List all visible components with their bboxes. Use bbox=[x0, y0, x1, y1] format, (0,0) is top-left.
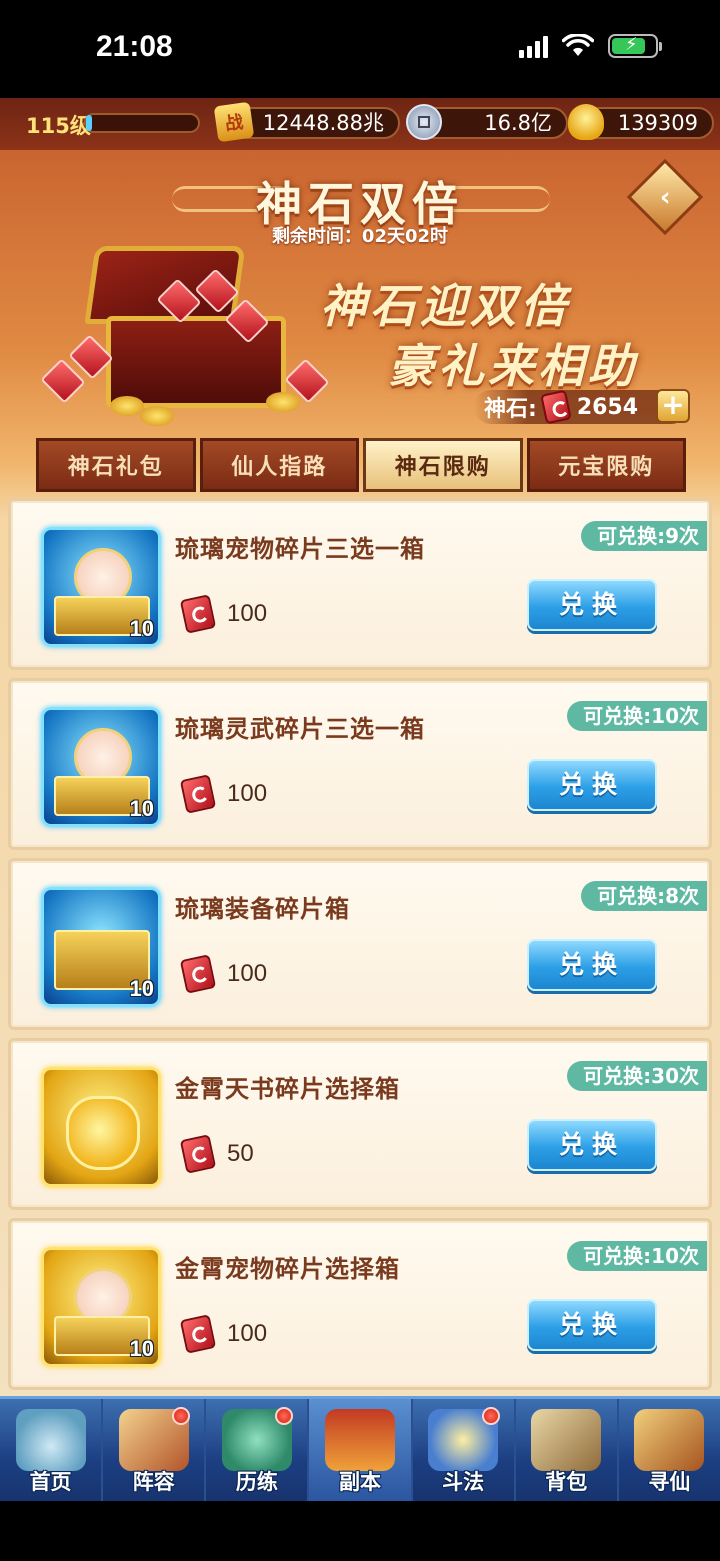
home-indicator-area bbox=[0, 1501, 720, 1561]
stone-count-value: 2654 bbox=[576, 394, 639, 420]
tab-immortal-guide[interactable]: 仙人指路 bbox=[199, 438, 359, 492]
nav-battle[interactable]: 斗法 bbox=[413, 1399, 516, 1502]
add-stone-button[interactable]: + bbox=[656, 389, 690, 423]
gold-bag-icon[interactable] bbox=[41, 1067, 161, 1187]
notification-dot bbox=[481, 1407, 500, 1425]
nav-home[interactable]: 首页 bbox=[0, 1399, 104, 1502]
stone-icon bbox=[179, 774, 217, 814]
player-level: 115级 bbox=[26, 114, 91, 138]
cellular-signal-icon bbox=[519, 34, 548, 58]
nav-label: 历练 bbox=[235, 1470, 278, 1494]
event-timer: 剩余时间：02天02时 bbox=[271, 226, 449, 247]
power-value: 12448.88兆 bbox=[232, 107, 400, 139]
item-name: 琉璃装备碎片箱 bbox=[175, 895, 350, 923]
slogan-line-2: 豪礼来相助 bbox=[388, 339, 638, 393]
list-item: 金霄天书碎片选择箱 50 可兑换:30次 兑换 bbox=[8, 1038, 712, 1210]
nav-label: 背包 bbox=[545, 1470, 588, 1494]
price-value: 100 bbox=[227, 960, 268, 987]
item-name: 琉璃宠物碎片三选一箱 bbox=[175, 535, 425, 563]
price-value: 100 bbox=[227, 780, 268, 807]
price-value: 100 bbox=[227, 1320, 268, 1347]
item-price: 50 bbox=[179, 1134, 254, 1174]
nav-label: 阵容 bbox=[132, 1470, 175, 1494]
item-quantity: 10 bbox=[129, 1336, 154, 1361]
gold-chest-pet-icon[interactable]: 10 bbox=[41, 1247, 161, 1367]
item-name: 金霄天书碎片选择箱 bbox=[175, 1075, 400, 1103]
tab-stone-limited[interactable]: 神石限购 bbox=[363, 438, 523, 492]
item-quantity: 10 bbox=[129, 796, 154, 821]
item-price: 100 bbox=[179, 774, 268, 814]
nav-label: 寻仙 bbox=[648, 1470, 691, 1494]
item-price: 100 bbox=[179, 594, 268, 634]
gate-icon bbox=[324, 1409, 395, 1471]
tab-ingot-limited[interactable]: 元宝限购 bbox=[526, 438, 686, 492]
resource-bar: 115级 12448.88兆 战 16.8亿 139309 bbox=[0, 98, 720, 150]
item-price: 100 bbox=[179, 1314, 268, 1354]
nav-seek[interactable]: 寻仙 bbox=[619, 1399, 720, 1502]
stone-icon bbox=[179, 1314, 217, 1354]
gold-ingot-icon bbox=[568, 104, 604, 140]
price-value: 100 bbox=[227, 600, 268, 627]
scroll-bag-icon bbox=[531, 1409, 602, 1471]
exchange-limit-badge: 可兑换:30次 bbox=[567, 1061, 707, 1091]
stone-label: 神石: bbox=[484, 397, 537, 422]
item-name: 金霄宠物碎片选择箱 bbox=[175, 1255, 400, 1283]
bottom-nav: 首页 阵容 历练 副本 斗法 背包 寻仙 bbox=[0, 1396, 720, 1502]
exchange-button[interactable]: 兑换 bbox=[527, 1299, 657, 1351]
exchange-limit-badge: 可兑换:10次 bbox=[567, 701, 707, 731]
stone-icon bbox=[179, 1134, 217, 1174]
blue-chest-pet-icon[interactable]: 10 bbox=[41, 527, 161, 647]
blue-chest-equipment-icon[interactable]: 10 bbox=[41, 887, 161, 1007]
list-item: 10 金霄宠物碎片选择箱 100 可兑换:10次 兑换 bbox=[8, 1218, 712, 1390]
coin-icon bbox=[406, 104, 442, 140]
nav-lineup[interactable]: 阵容 bbox=[103, 1399, 207, 1502]
battery-icon: ⚡ bbox=[608, 34, 662, 58]
item-name: 琉璃灵武碎片三选一箱 bbox=[175, 715, 425, 743]
status-time: 21:08 bbox=[96, 30, 173, 63]
exchange-limit-badge: 可兑换:10次 bbox=[567, 1241, 707, 1271]
nav-training[interactable]: 历练 bbox=[206, 1399, 310, 1502]
stone-icon bbox=[539, 389, 572, 425]
stone-balance: 神石: 2654 + bbox=[474, 389, 690, 425]
nav-bag[interactable]: 背包 bbox=[516, 1399, 619, 1502]
list-item: 10 琉璃宠物碎片三选一箱 100 可兑换:9次 兑换 bbox=[8, 498, 712, 670]
wifi-icon bbox=[562, 34, 594, 56]
item-quantity: 10 bbox=[129, 616, 154, 641]
power-icon: 战 bbox=[213, 101, 255, 143]
nav-dungeon[interactable]: 副本 bbox=[309, 1399, 413, 1502]
exchange-button[interactable]: 兑换 bbox=[527, 579, 657, 631]
stone-icon bbox=[179, 594, 217, 634]
back-arrow-icon: ‹ bbox=[659, 182, 671, 212]
item-price: 100 bbox=[179, 954, 268, 994]
exchange-limit-badge: 可兑换:8次 bbox=[581, 881, 707, 911]
exchange-button[interactable]: 兑换 bbox=[527, 1119, 657, 1171]
shop-tabs: 神石礼包 仙人指路 神石限购 元宝限购 bbox=[36, 438, 686, 492]
stone-icon bbox=[179, 954, 217, 994]
list-item: 10 琉璃灵武碎片三选一箱 100 可兑换:10次 兑换 bbox=[8, 678, 712, 850]
nav-label: 首页 bbox=[29, 1470, 72, 1494]
exchange-button[interactable]: 兑换 bbox=[527, 939, 657, 991]
mountain-icon bbox=[15, 1409, 86, 1471]
item-quantity: 10 bbox=[129, 976, 154, 1001]
blue-chest-weapon-icon[interactable]: 10 bbox=[41, 707, 161, 827]
nav-label: 斗法 bbox=[442, 1470, 485, 1494]
tab-stone-gift[interactable]: 神石礼包 bbox=[36, 438, 196, 492]
treasure-chest-illustration bbox=[40, 246, 330, 426]
scroll-icon bbox=[634, 1409, 705, 1471]
exp-bar bbox=[84, 113, 200, 133]
system-icons: ⚡ bbox=[519, 34, 662, 58]
status-bar: 21:08 ⚡ bbox=[0, 0, 720, 98]
slogan-line-1: 神石迎双倍 bbox=[320, 279, 570, 333]
list-item: 10 琉璃装备碎片箱 100 可兑换:8次 兑换 bbox=[8, 858, 712, 1030]
game-screen: 115级 12448.88兆 战 16.8亿 139309 神石双倍 剩余时间：… bbox=[0, 98, 720, 1501]
item-list: 10 琉璃宠物碎片三选一箱 100 可兑换:9次 兑换 10 琉璃灵武碎片三选一… bbox=[8, 498, 712, 1398]
event-banner: 神石双倍 剩余时间：02天02时 ‹ 神石迎双倍 豪礼来相助 神石: 2654 … bbox=[0, 150, 720, 440]
nav-label: 副本 bbox=[338, 1470, 381, 1494]
exchange-limit-badge: 可兑换:9次 bbox=[581, 521, 707, 551]
exchange-button[interactable]: 兑换 bbox=[527, 759, 657, 811]
price-value: 50 bbox=[227, 1140, 254, 1167]
